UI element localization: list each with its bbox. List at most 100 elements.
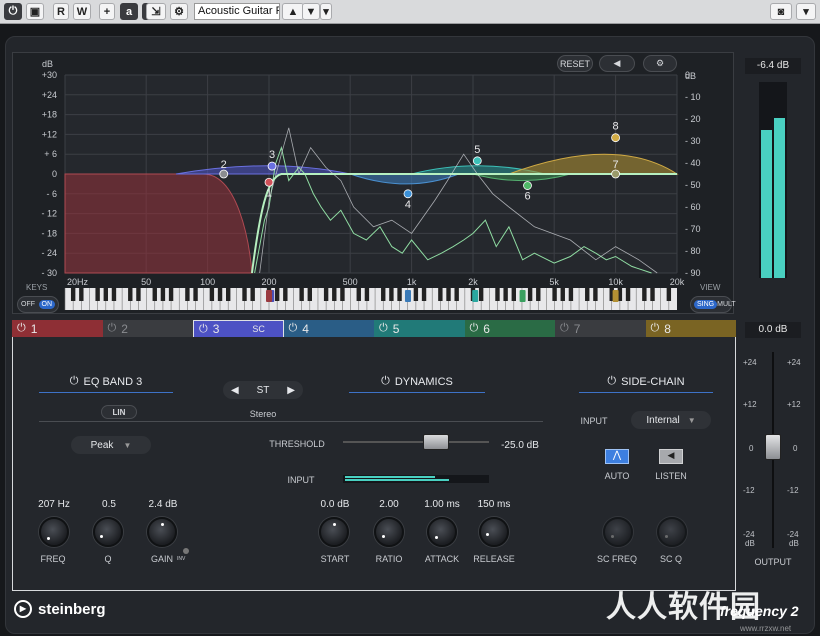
sc-freq-knob[interactable] bbox=[603, 517, 633, 547]
scale-left-24: +24 bbox=[743, 358, 757, 367]
preset-menu-button[interactable]: ▾ bbox=[320, 3, 332, 20]
band-tab-7[interactable]: ⏻ 7 bbox=[555, 320, 646, 337]
band-tab-5[interactable]: ⏻ 5 bbox=[374, 320, 465, 337]
gain-knob[interactable] bbox=[147, 517, 177, 547]
view-label: VIEW bbox=[700, 283, 721, 292]
band-tab-3[interactable]: ⏻ 3 SC bbox=[193, 320, 284, 337]
sidechain-input-select[interactable]: Internal ▼ bbox=[631, 411, 711, 429]
piano-black-key bbox=[397, 288, 402, 301]
power-icon[interactable]: ⏻ bbox=[289, 322, 298, 335]
release-value: 150 ms bbox=[477, 499, 511, 510]
eq-band-header[interactable]: ⏻ EQ BAND 3 bbox=[39, 375, 173, 393]
piano-black-key bbox=[585, 288, 590, 301]
scale-left-m12: -12 bbox=[743, 486, 755, 495]
piano-black-key bbox=[495, 288, 500, 301]
keys-on[interactable]: ON bbox=[38, 300, 55, 309]
preset-next-button[interactable]: ▼ bbox=[302, 3, 320, 20]
power-icon[interactable]: ⏻ bbox=[651, 322, 660, 335]
piano-band-marker bbox=[404, 290, 411, 302]
reset-button[interactable]: RESET bbox=[557, 55, 593, 72]
listen-button[interactable]: ◀ bbox=[599, 55, 635, 72]
eq-node-3 bbox=[267, 161, 277, 171]
right-tick-label: - 40 bbox=[685, 158, 701, 168]
right-tick-label: - 30 bbox=[685, 136, 701, 146]
power-icon[interactable]: ⏻ bbox=[379, 322, 388, 335]
band-tab-6[interactable]: ⏻ 6 bbox=[464, 320, 555, 337]
output-meter-right bbox=[774, 118, 785, 278]
freq-knob[interactable] bbox=[39, 517, 69, 547]
power-icon[interactable]: ⏻ bbox=[17, 322, 26, 335]
release-knob[interactable] bbox=[479, 517, 509, 547]
ratio-knob[interactable] bbox=[374, 517, 404, 547]
auto-button[interactable]: ⋀ bbox=[605, 449, 629, 464]
right-tick-label: - 70 bbox=[685, 224, 701, 234]
channel-mode-select[interactable]: ◀ ST ▶ bbox=[223, 381, 303, 399]
preset-prev-button[interactable]: ▲ bbox=[282, 3, 304, 20]
snapshot-button[interactable]: ◙ bbox=[770, 3, 792, 20]
settings-button[interactable]: ⚙ bbox=[170, 3, 188, 20]
steinberg-logo-icon: ▶ bbox=[14, 600, 32, 618]
piano-band-marker bbox=[612, 290, 619, 302]
attack-knob[interactable] bbox=[427, 517, 457, 547]
arrow-right-icon[interactable]: ▶ bbox=[287, 385, 295, 396]
band-tab-4[interactable]: ⏻ 4 bbox=[283, 320, 374, 337]
eq-node-label: 2 bbox=[221, 159, 227, 171]
arrow-left-icon[interactable]: ◀ bbox=[231, 385, 239, 396]
power-icon[interactable]: ⏻ bbox=[560, 322, 569, 335]
write-automation-button[interactable]: W bbox=[73, 3, 91, 20]
piano-black-key bbox=[389, 288, 394, 301]
graph-settings-button[interactable]: ⚙ bbox=[643, 55, 677, 72]
piano-black-key bbox=[446, 288, 451, 301]
power-icon: ⏻ bbox=[381, 375, 390, 387]
input-meter-label: INPUT bbox=[287, 475, 315, 485]
invert-button[interactable] bbox=[183, 548, 189, 554]
piano-black-key bbox=[332, 288, 337, 301]
start-knob[interactable] bbox=[319, 517, 349, 547]
watermark: 人人软件园 bbox=[606, 590, 761, 625]
sidechain-header[interactable]: ⏻ SIDE-CHAIN bbox=[579, 375, 713, 393]
scale-left-0: 0 bbox=[749, 444, 754, 453]
left-tick-label: 0 bbox=[52, 169, 57, 179]
sidechain-input-value: Internal bbox=[646, 414, 680, 426]
scale-left-db: dB bbox=[745, 539, 755, 548]
filter-type-select[interactable]: Peak ▼ bbox=[71, 436, 151, 454]
keys-label: KEYS bbox=[26, 283, 48, 292]
chevron-down-icon: ▼ bbox=[687, 415, 696, 425]
keys-off[interactable]: OFF bbox=[21, 301, 35, 308]
power-icon[interactable]: ⏻ bbox=[470, 322, 479, 335]
view-mult[interactable]: MULT bbox=[717, 301, 736, 308]
plus-button[interactable]: + bbox=[99, 3, 115, 20]
band-tab-1[interactable]: ⏻ 1 bbox=[12, 320, 103, 337]
sc-q-knob[interactable] bbox=[657, 517, 687, 547]
output-fader-handle[interactable] bbox=[765, 434, 781, 460]
piano-black-key bbox=[70, 288, 76, 301]
band-1-fill bbox=[64, 173, 253, 274]
piano-black-key bbox=[168, 288, 174, 301]
listen-sidechain-button[interactable]: ◀ bbox=[659, 449, 683, 464]
threshold-track[interactable] bbox=[343, 441, 489, 443]
power-icon[interactable]: ⏻ bbox=[199, 323, 208, 336]
linear-phase-button[interactable]: LIN bbox=[101, 405, 137, 419]
window-menu-button[interactable]: ▾ bbox=[796, 3, 816, 20]
dynamics-header[interactable]: ⏻ DYNAMICS bbox=[349, 375, 485, 393]
piano-black-key bbox=[283, 288, 288, 301]
eq-node-label: 1 bbox=[266, 187, 272, 199]
power-button[interactable]: ⏻ bbox=[4, 3, 22, 20]
eq-curve-display[interactable]: +30 +24 +18 +12 + 60- 6- 12- 18- 24- 30 0- 10… bbox=[12, 52, 734, 314]
piano-black-key bbox=[128, 288, 133, 301]
view-sing[interactable]: SING bbox=[694, 300, 718, 309]
preset-name-field[interactable]: Acoustic Guitar Ro bbox=[194, 3, 280, 20]
compare-button[interactable]: ▣ bbox=[26, 3, 44, 20]
filter-type-value: Peak bbox=[90, 439, 114, 451]
sidechain-button[interactable]: a bbox=[120, 3, 138, 20]
read-automation-button[interactable]: R bbox=[53, 3, 69, 20]
power-icon[interactable]: ⏻ bbox=[108, 322, 117, 335]
routing-button[interactable]: ⇲ bbox=[146, 3, 166, 20]
threshold-handle[interactable] bbox=[423, 434, 449, 450]
band-tab-8[interactable]: ⏻ 8 bbox=[645, 320, 736, 337]
piano-black-key bbox=[381, 288, 386, 301]
keys-toggle[interactable]: OFF ON bbox=[17, 296, 59, 313]
band-tab-2[interactable]: ⏻ 2 bbox=[102, 320, 193, 337]
q-knob[interactable] bbox=[93, 517, 123, 547]
view-toggle[interactable]: SING MULT bbox=[690, 296, 736, 313]
